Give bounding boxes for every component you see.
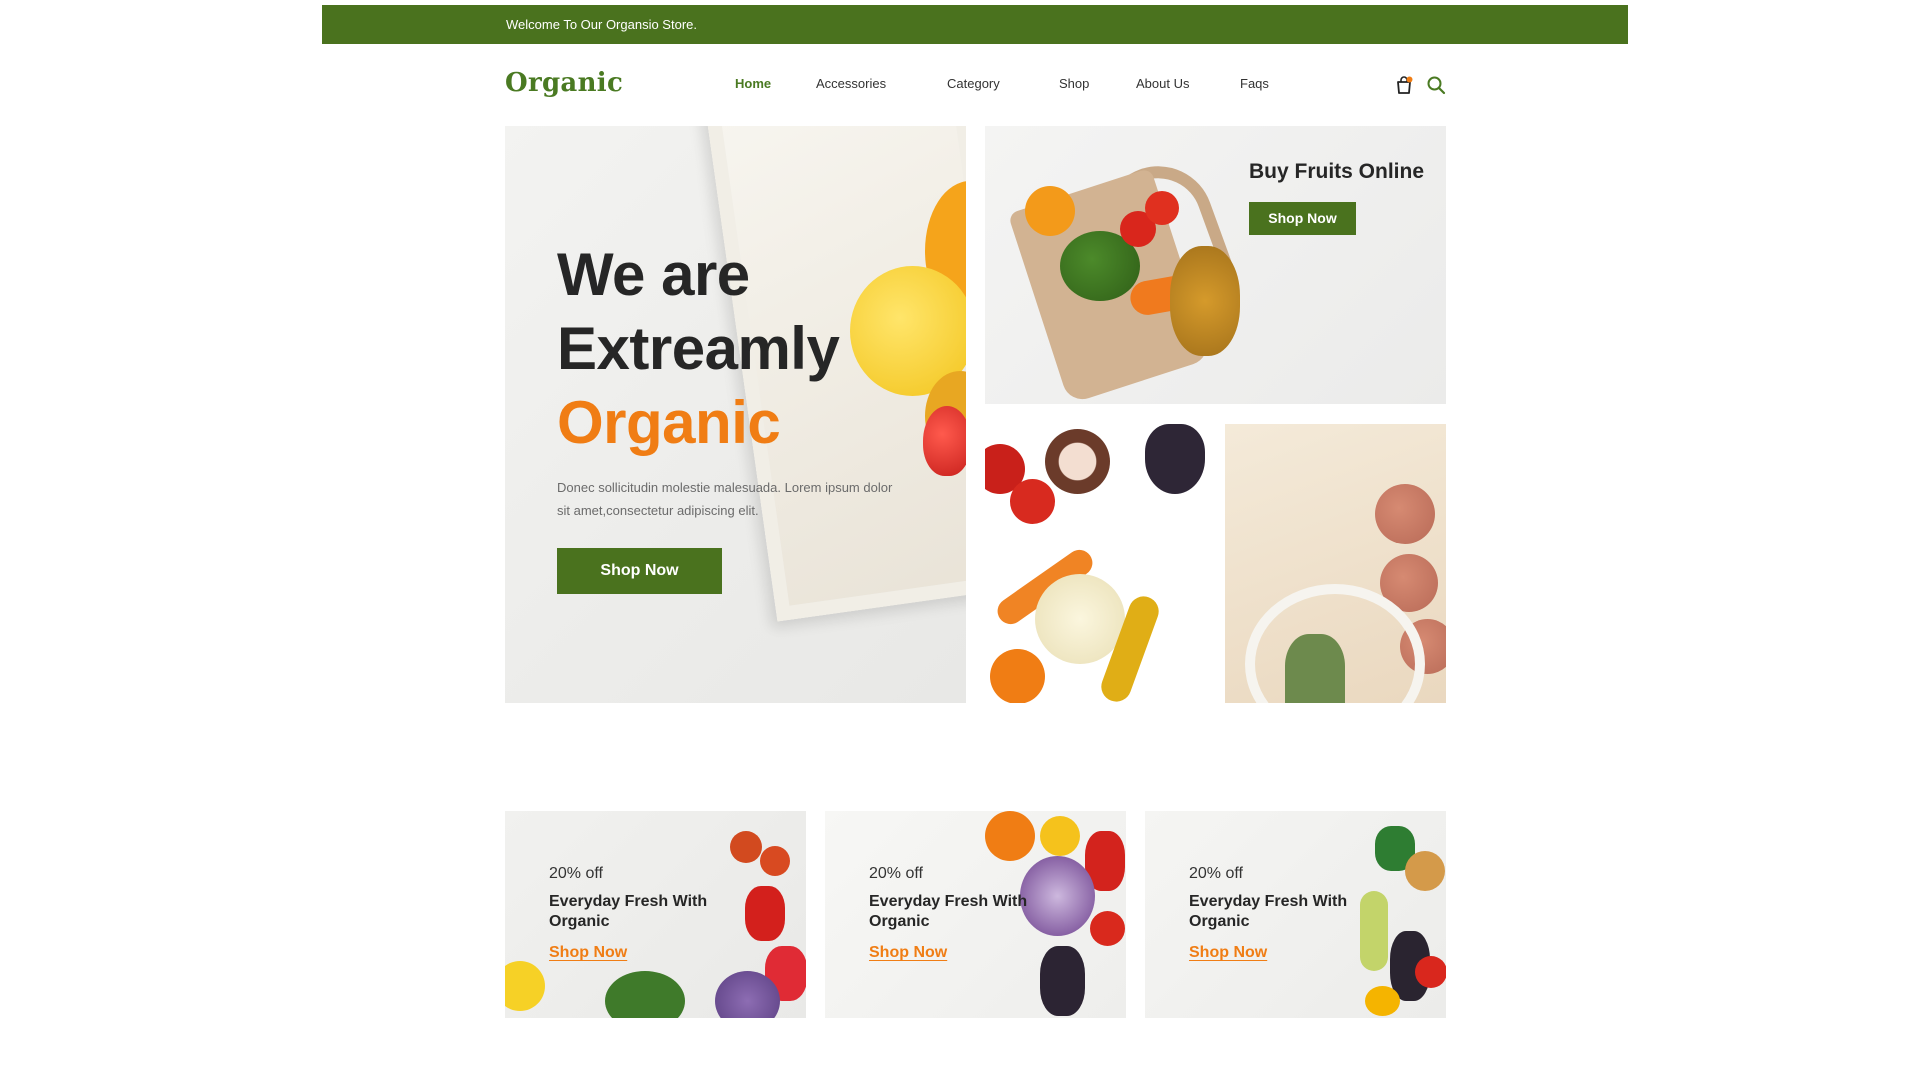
hero-description: Donec sollicitudin molestie malesuada. L… xyxy=(557,480,893,518)
nav-about-us[interactable]: About Us xyxy=(1136,76,1189,91)
nav-category[interactable]: Category xyxy=(947,76,1000,91)
nav-home[interactable]: Home xyxy=(735,76,771,91)
welcome-text: Welcome To Our Organsio Store. xyxy=(506,17,697,32)
pepper-image xyxy=(745,886,785,941)
strawberry-image xyxy=(923,406,966,476)
tomato-image xyxy=(760,846,790,876)
tomato-image xyxy=(730,831,762,863)
asparagus-image xyxy=(1285,634,1345,703)
buy-fruits-title: Buy Fruits Online xyxy=(1249,160,1425,183)
promo-shop-now-link[interactable]: Shop Now xyxy=(869,944,947,962)
hero-banner: We are Extreamly Organic Donec sollicitu… xyxy=(505,126,966,703)
eggplant-image xyxy=(1145,424,1205,494)
nav-shop[interactable]: Shop xyxy=(1059,76,1089,91)
top-announcement-bar: Welcome To Our Organsio Store. xyxy=(322,5,1628,44)
tomato-image xyxy=(990,649,1045,703)
tomato-image xyxy=(1145,191,1179,225)
pepper-image xyxy=(1365,986,1400,1016)
search-icon[interactable] xyxy=(1425,74,1447,96)
hero-title-highlight: Organic xyxy=(557,389,781,456)
hero-title: We are Extreamly Organic xyxy=(557,238,840,460)
eggplant-image xyxy=(1040,946,1085,1016)
orange-image xyxy=(1025,186,1075,236)
nav-accessories[interactable]: Accessories xyxy=(816,76,886,91)
promo-discount: 20% off xyxy=(869,865,923,882)
hero-title-line1: We are xyxy=(557,241,750,308)
beans-bowl-image xyxy=(1045,429,1110,494)
promo-card-1: 20% off Everyday Fresh With Organic Shop… xyxy=(505,811,806,1018)
tomato-image xyxy=(1090,911,1125,946)
potatoes-tile-image xyxy=(1225,424,1446,703)
orange-image xyxy=(985,811,1035,861)
potato-image xyxy=(1375,484,1435,544)
hero-title-line2: Extreamly xyxy=(557,315,840,382)
promo-title: Everyday Fresh With Organic xyxy=(549,893,708,930)
lemon-image xyxy=(505,961,545,1011)
pepper-image xyxy=(1040,816,1080,856)
promo-title: Everyday Fresh With Organic xyxy=(1189,893,1348,930)
promo-shop-now-link[interactable]: Shop Now xyxy=(549,944,627,962)
potato-image xyxy=(1405,851,1445,891)
promo-card-2: 20% off Everyday Fresh With Organic Shop… xyxy=(825,811,1126,1018)
leafy-greens-image xyxy=(605,971,685,1018)
promo-card-3: 20% off Everyday Fresh With Organic Shop… xyxy=(1145,811,1446,1018)
tomato-image xyxy=(1415,956,1446,988)
buy-fruits-card: Buy Fruits Online Shop Now xyxy=(985,126,1446,404)
buy-fruits-shop-now-button[interactable]: Shop Now xyxy=(1249,202,1356,235)
site-logo[interactable]: Organic xyxy=(505,68,623,98)
promo-shop-now-link[interactable]: Shop Now xyxy=(1189,944,1267,962)
promo-discount: 20% off xyxy=(1189,865,1243,882)
pineapple-image xyxy=(1170,246,1240,356)
main-header: Organic Home Accessories Category Shop A… xyxy=(505,62,1447,106)
hero-shop-now-button[interactable]: Shop Now xyxy=(557,548,722,594)
promo-title: Everyday Fresh With Organic xyxy=(869,893,1028,930)
tomato-image xyxy=(1010,479,1055,524)
vegetables-tile-image xyxy=(985,424,1205,703)
cart-icon[interactable] xyxy=(1393,74,1415,96)
squash-image xyxy=(1035,574,1125,664)
promo-discount: 20% off xyxy=(549,865,603,882)
nav-faqs[interactable]: Faqs xyxy=(1240,76,1269,91)
